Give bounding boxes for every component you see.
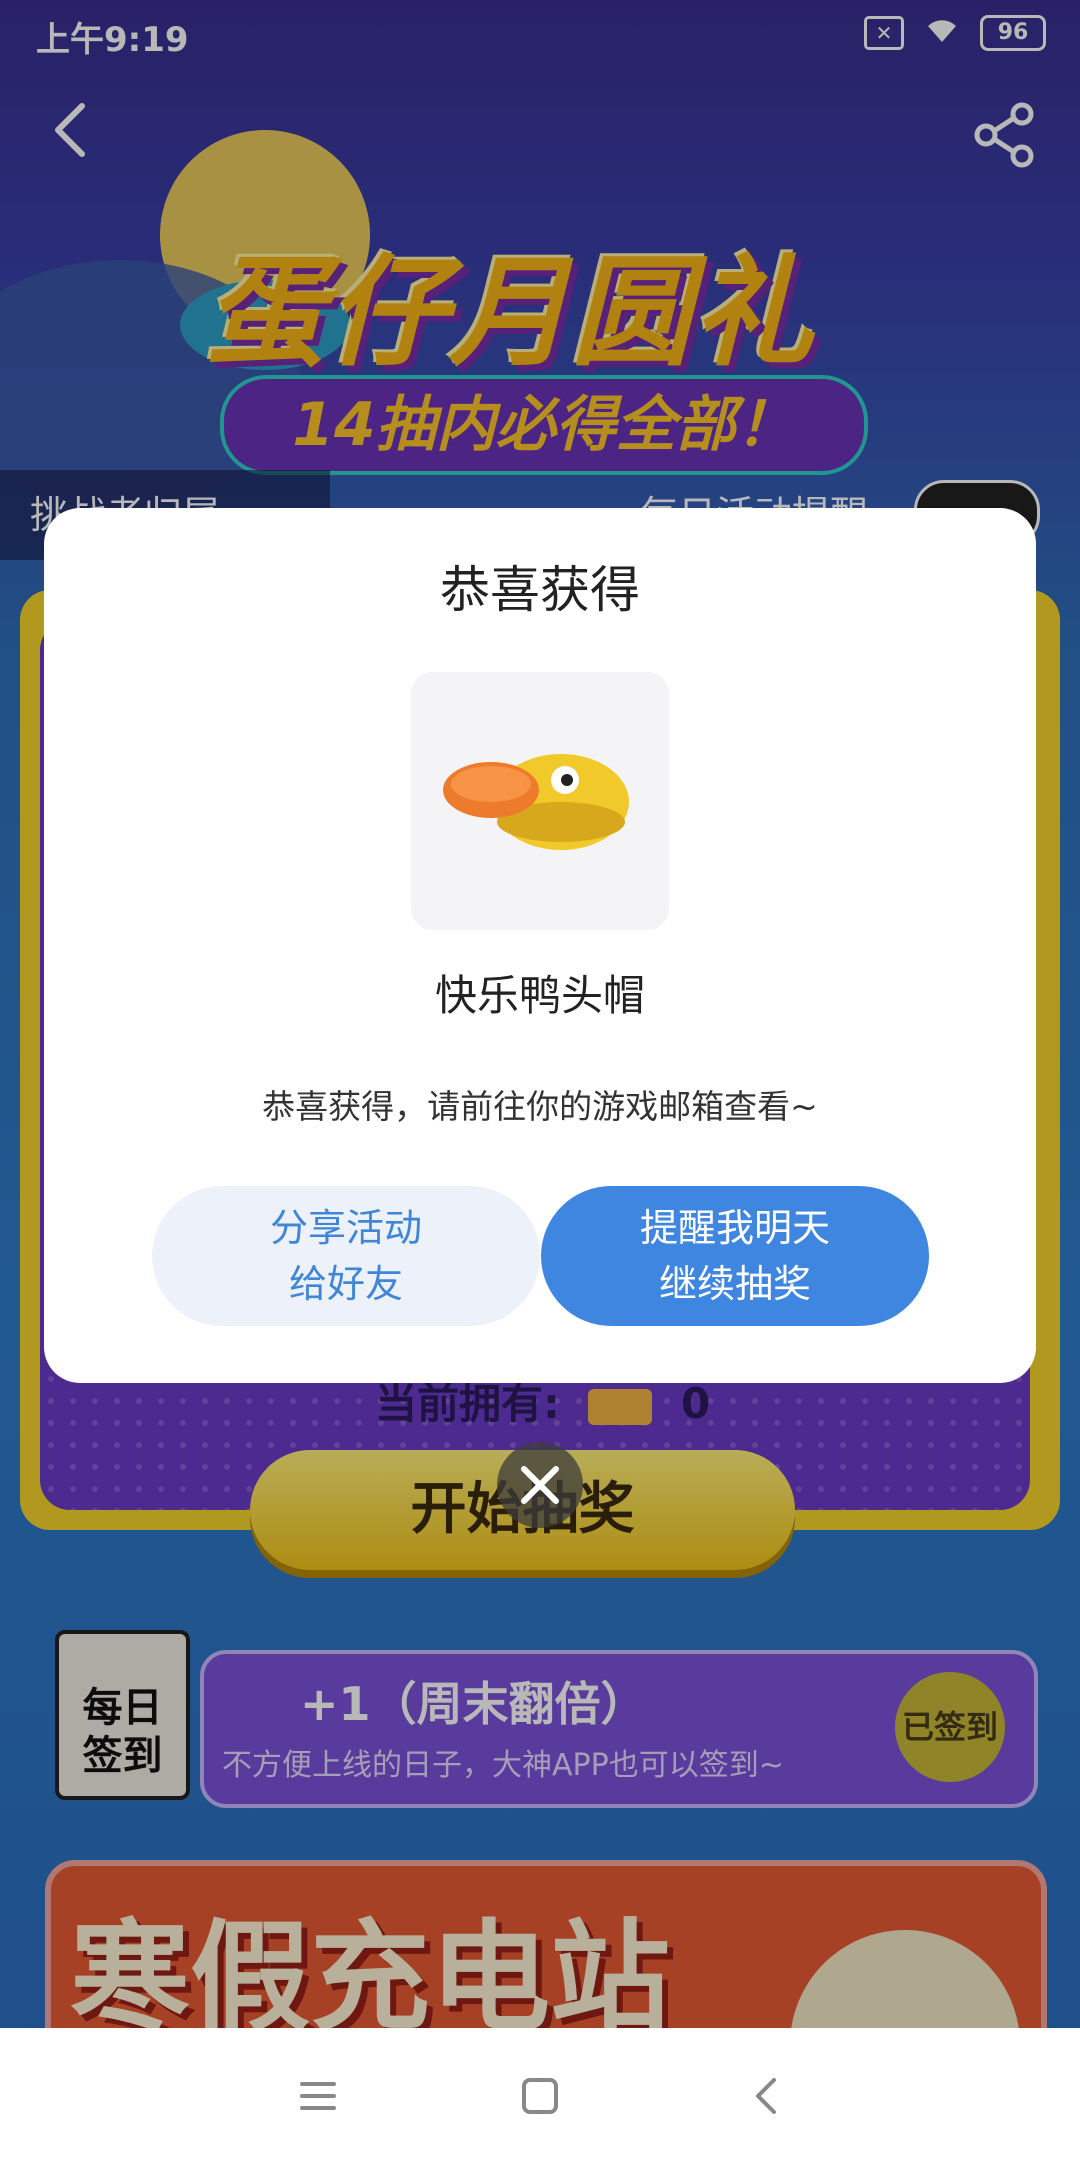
close-modal-button[interactable] xyxy=(497,1442,583,1528)
prize-name: 快乐鸭头帽 xyxy=(434,971,645,1020)
chevron-left-icon xyxy=(756,2078,776,2114)
prize-description: 恭喜获得，请前往你的游戏邮箱查看~ xyxy=(262,1087,818,1126)
screen: 上午9:19 ✕ 96 蛋仔月圆礼 14抽内必得全部！ 挑战者归属 每日活动提醒… xyxy=(0,0,1080,2160)
modal-title: 恭喜获得 xyxy=(440,561,640,619)
back-nav-button[interactable] xyxy=(746,2074,790,2118)
remind-label-line-2: 继续抽奖 xyxy=(658,1262,811,1306)
home-nav-button[interactable] xyxy=(518,2074,562,2118)
share-activity-button[interactable]: 分享活动 给好友 xyxy=(152,1186,540,1326)
remind-tomorrow-button[interactable]: 提醒我明天 继续抽奖 xyxy=(541,1186,929,1326)
duck-hat-icon xyxy=(443,754,629,850)
share-label-line-1: 分享活动 xyxy=(269,1206,422,1250)
home-square-icon xyxy=(522,2078,558,2114)
close-icon xyxy=(521,1466,559,1504)
share-label-line-2: 给好友 xyxy=(288,1262,403,1306)
menu-nav-button[interactable] xyxy=(296,2074,340,2118)
menu-icon xyxy=(300,2082,336,2110)
remind-label-line-1: 提醒我明天 xyxy=(639,1206,830,1250)
prize-image-box xyxy=(411,672,669,930)
